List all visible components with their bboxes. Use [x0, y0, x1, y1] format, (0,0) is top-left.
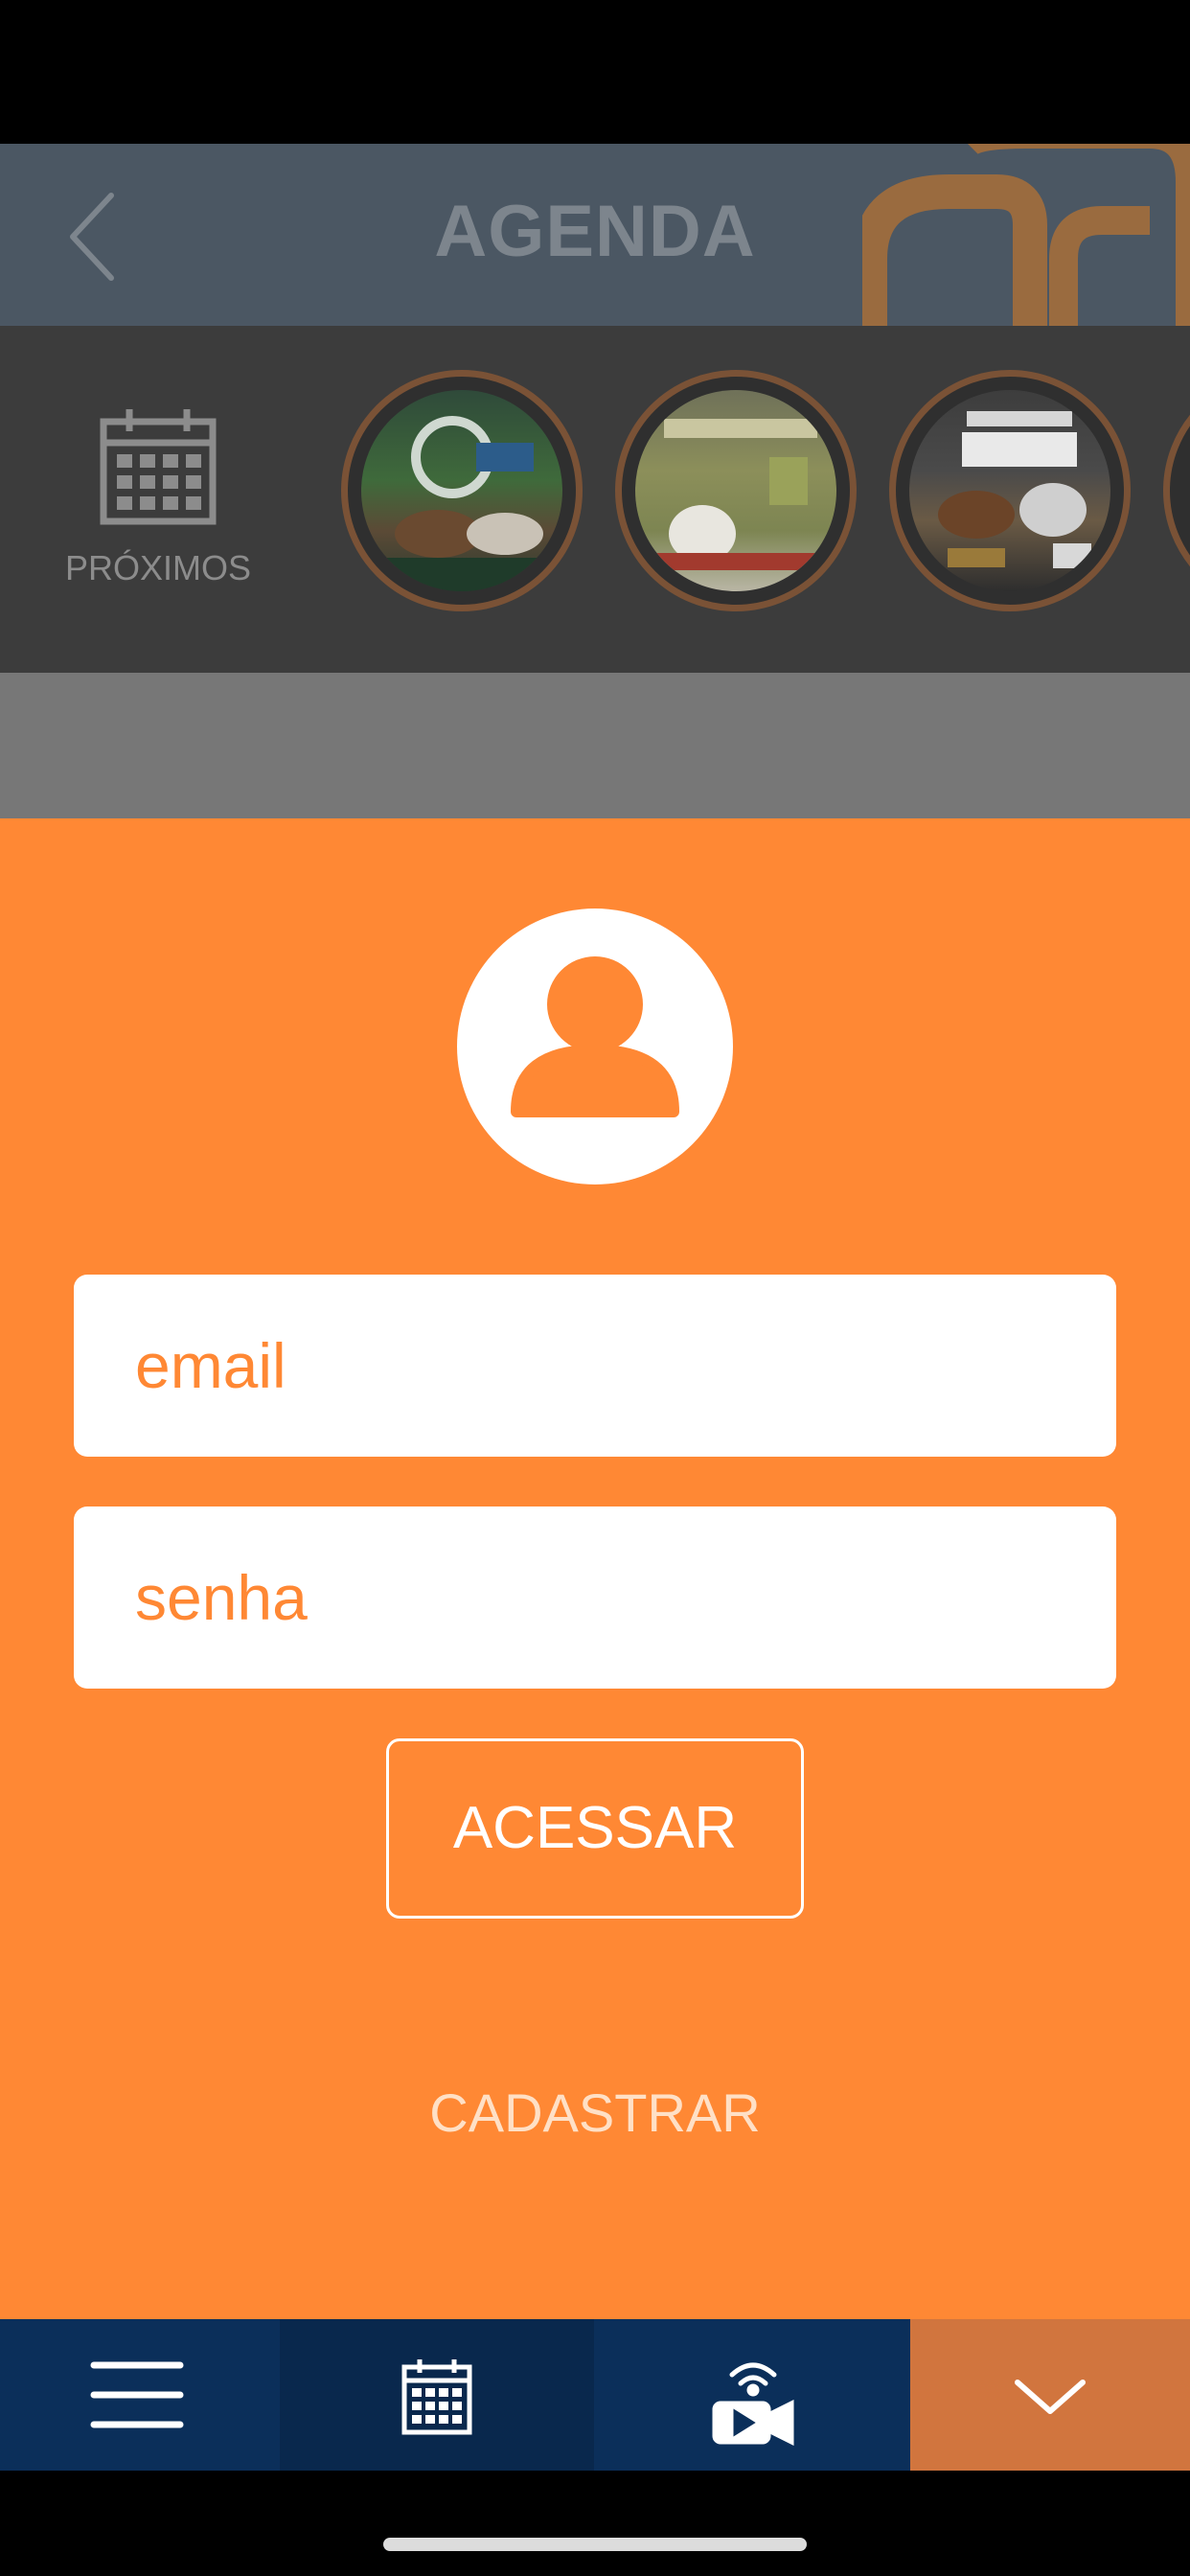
- user-icon: [511, 956, 679, 1117]
- bottom-nav: [0, 2319, 1190, 2471]
- header: AGENDA: [0, 144, 1190, 326]
- status-bar: [0, 0, 1190, 144]
- calendar-icon: [401, 2359, 472, 2435]
- calendar-icon: [100, 409, 217, 525]
- content-placeholder: [0, 673, 1190, 818]
- login-button[interactable]: ACESSAR: [386, 1738, 804, 1919]
- event-thumbnail[interactable]: [889, 370, 1131, 611]
- email-placeholder: email: [135, 1330, 286, 1401]
- event-thumbnail[interactable]: [615, 370, 857, 611]
- upcoming-label: PRÓXIMOS: [64, 548, 252, 587]
- event-poster: [938, 411, 1091, 568]
- brand-logo: [862, 144, 1190, 326]
- menu-icon: [90, 2361, 184, 2428]
- event-thumbnail[interactable]: [1163, 370, 1190, 611]
- password-field[interactable]: senha: [74, 1506, 1116, 1689]
- avatar: [457, 908, 733, 1184]
- nav-collapse[interactable]: [910, 2319, 1190, 2471]
- event-poster: [361, 416, 562, 591]
- email-field[interactable]: email: [74, 1275, 1116, 1457]
- live-camera-icon: [712, 2362, 794, 2447]
- upcoming-button[interactable]: PRÓXIMOS: [57, 404, 259, 625]
- event-poster: [654, 419, 836, 570]
- nav-calendar[interactable]: [280, 2319, 594, 2471]
- chevron-down-icon: [1015, 2380, 1086, 2414]
- home-indicator: [383, 2538, 807, 2551]
- register-link[interactable]: CADASTRAR: [0, 2082, 1190, 2144]
- login-panel: email senha ACESSAR CADASTRAR: [0, 818, 1190, 2319]
- events-carousel: PRÓXIMOS: [0, 326, 1190, 673]
- home-bar: [0, 2471, 1190, 2576]
- nav-live[interactable]: [594, 2319, 910, 2471]
- event-thumbnail[interactable]: [341, 370, 583, 611]
- nav-menu[interactable]: [0, 2319, 280, 2471]
- password-placeholder: senha: [135, 1562, 308, 1633]
